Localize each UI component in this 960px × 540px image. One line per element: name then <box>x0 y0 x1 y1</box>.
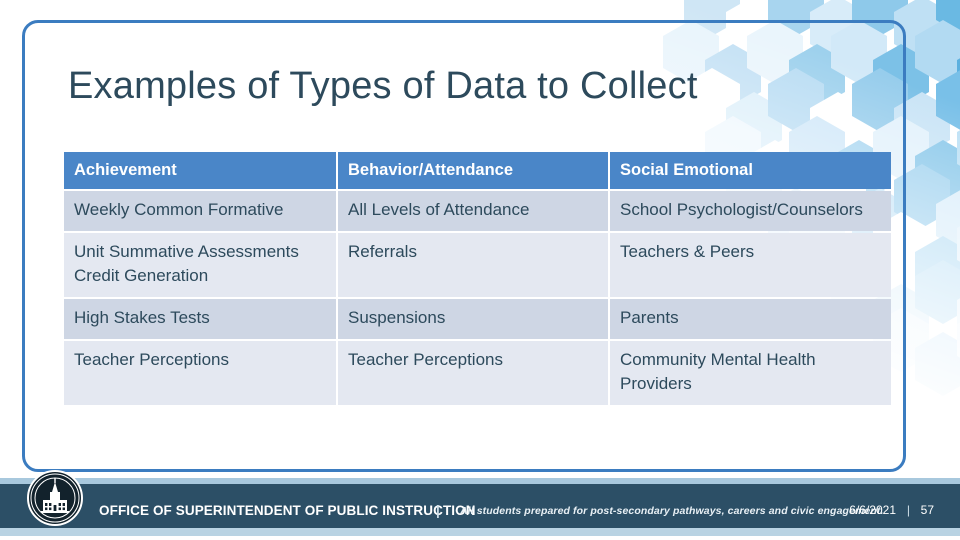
cell-behavior: Teacher Perceptions <box>338 341 608 405</box>
ospi-seal-icon <box>27 470 83 526</box>
footer-base-strip <box>0 536 960 540</box>
column-header-achievement: Achievement <box>64 152 336 189</box>
data-table-container: Achievement Behavior/Attendance Social E… <box>62 150 893 407</box>
footer-separator-2: | <box>906 503 910 517</box>
cell-social: Community Mental Health Providers <box>610 341 891 405</box>
footer-tagline: All students prepared for post-secondary… <box>460 505 884 517</box>
footer-page-number: 57 <box>920 503 934 517</box>
column-header-social-emotional: Social Emotional <box>610 152 891 189</box>
cell-social: School Psychologist/Counselors <box>610 191 891 231</box>
table-row: Teacher Perceptions Teacher Perceptions … <box>64 341 891 405</box>
footer-organization-name: OFFICE OF SUPERINTENDENT OF PUBLIC INSTR… <box>99 503 476 518</box>
column-header-behavior-attendance: Behavior/Attendance <box>338 152 608 189</box>
footer-separator: | <box>436 503 440 518</box>
table-header-row: Achievement Behavior/Attendance Social E… <box>64 152 891 189</box>
page-title: Examples of Types of Data to Collect <box>68 65 698 107</box>
footer-date: 6/6/2021 <box>849 503 896 517</box>
slide-canvas: Examples of Types of Data to Collect Ach… <box>0 0 960 540</box>
table-row: High Stakes Tests Suspensions Parents <box>64 299 891 339</box>
data-table: Achievement Behavior/Attendance Social E… <box>62 150 893 407</box>
footer-accent-strip-bottom <box>0 528 960 536</box>
table-row: Unit Summative Assessments Credit Genera… <box>64 233 891 297</box>
cell-achievement: Teacher Perceptions <box>64 341 336 405</box>
table-row: Weekly Common Formative All Levels of At… <box>64 191 891 231</box>
cell-behavior: Suspensions <box>338 299 608 339</box>
cell-achievement: Weekly Common Formative <box>64 191 336 231</box>
cell-social: Parents <box>610 299 891 339</box>
cell-behavior: Referrals <box>338 233 608 297</box>
cell-achievement: Unit Summative Assessments Credit Genera… <box>64 233 336 297</box>
cell-behavior: All Levels of Attendance <box>338 191 608 231</box>
cell-social: Teachers & Peers <box>610 233 891 297</box>
cell-achievement: High Stakes Tests <box>64 299 336 339</box>
